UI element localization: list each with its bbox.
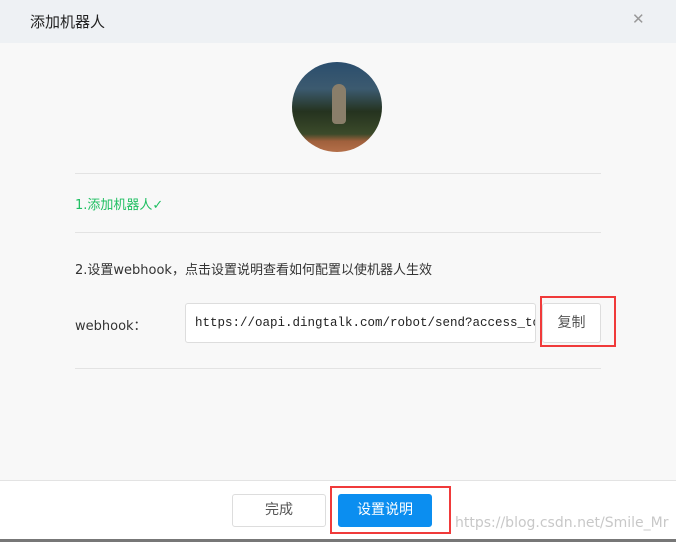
dialog-title: 添加机器人 — [30, 13, 106, 31]
avatar-marmot-image — [332, 84, 346, 124]
close-icon[interactable]: ✕ — [632, 10, 645, 28]
dialog-header: 添加机器人 ✕ — [0, 0, 676, 43]
highlight-box — [540, 296, 616, 347]
step-2-instruction: 2.设置webhook，点击设置说明查看如何配置以使机器人生效 — [75, 263, 432, 278]
step-1-status: 1.添加机器人✓ — [75, 198, 164, 213]
highlight-box — [330, 486, 451, 534]
divider — [75, 368, 601, 369]
done-button[interactable]: 完成 — [232, 494, 326, 527]
divider — [75, 232, 601, 233]
robot-avatar — [292, 62, 382, 152]
webhook-label: webhook： — [75, 319, 147, 334]
watermark: https://blog.csdn.net/Smile_Mr — [455, 515, 669, 531]
webhook-input[interactable]: https://oapi.dingtalk.com/robot/send?acc… — [185, 303, 536, 343]
divider — [75, 173, 601, 174]
